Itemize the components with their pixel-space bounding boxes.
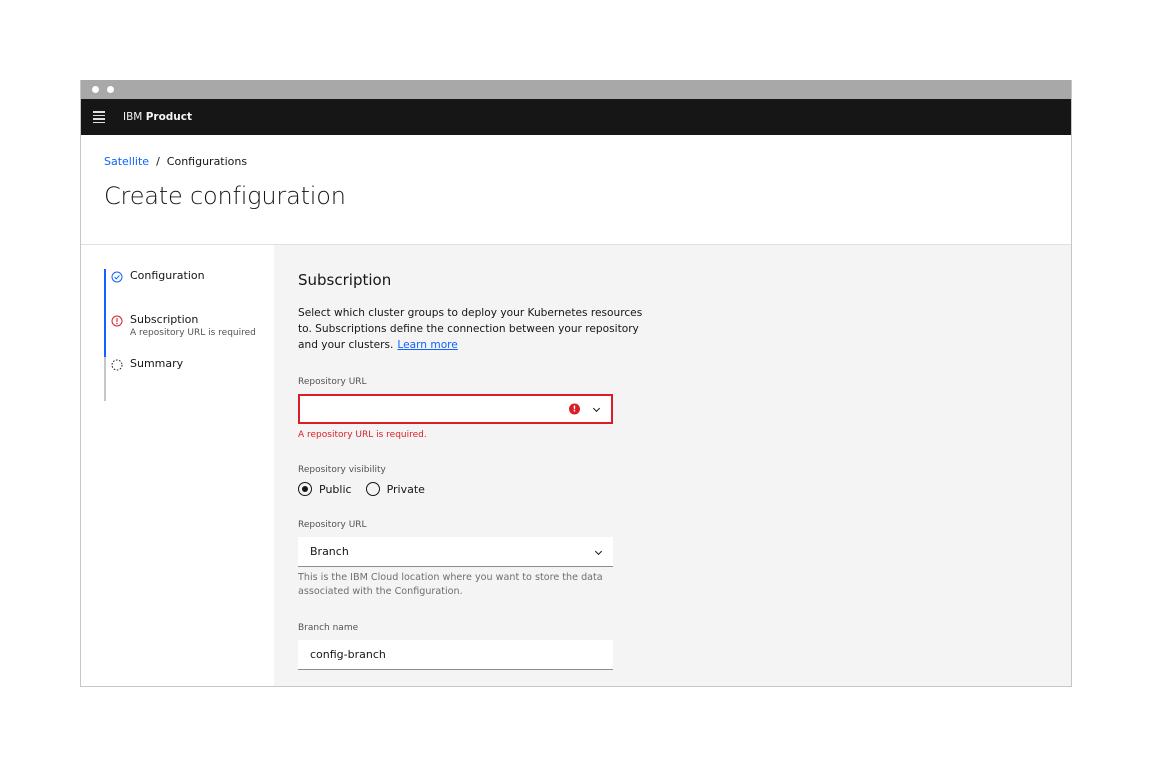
step-sublabel: A repository URL is required xyxy=(130,328,256,338)
step-configuration[interactable]: Configuration xyxy=(104,269,274,313)
app-header: IBM Product xyxy=(81,99,1071,135)
brand-name: Product xyxy=(145,111,193,123)
section-title: Subscription xyxy=(298,271,392,289)
window-titlebar xyxy=(81,80,1071,99)
checkmark-circle-icon xyxy=(111,271,123,283)
menu-icon[interactable] xyxy=(93,111,105,123)
page-header: Satellite / Configurations Create config… xyxy=(81,135,1071,245)
form-content: Subscription Select which cluster groups… xyxy=(274,245,1071,686)
window-dot xyxy=(107,86,114,93)
product-name[interactable]: IBM Product xyxy=(123,111,192,123)
radio-private[interactable]: Private xyxy=(365,482,425,496)
page-title: Create configuration xyxy=(104,182,346,210)
step-label: Configuration xyxy=(130,269,205,282)
learn-more-link[interactable]: Learn more xyxy=(397,339,457,351)
step-label: Summary xyxy=(130,357,184,370)
section-description: Select which cluster groups to deploy yo… xyxy=(298,305,658,353)
browser-window: IBM Product Satellite / Configurations C… xyxy=(80,80,1072,687)
dashed-circle-icon xyxy=(111,359,123,371)
window-dot xyxy=(92,86,99,93)
branch-name-field: Branch name config-branch xyxy=(298,623,1047,670)
chevron-down-icon xyxy=(592,404,601,413)
error-message: A repository URL is required. xyxy=(298,430,427,440)
repo-url-dropdown[interactable]: ! xyxy=(298,394,613,424)
repo-url-2-field: Repository URL Branch This is the IBM Cl… xyxy=(298,520,1047,599)
radio-selected-icon xyxy=(298,482,312,496)
warning-circle-icon xyxy=(111,315,123,327)
breadcrumb: Satellite / Configurations xyxy=(104,155,1048,168)
repo-url-field: Repository URL ! A repository URL is req… xyxy=(298,377,1047,440)
brand-prefix: IBM xyxy=(123,111,143,123)
radio-label: Private xyxy=(386,482,425,496)
dropdown-value: Branch xyxy=(310,545,349,558)
radio-public[interactable]: Public xyxy=(298,482,352,496)
step-label: Subscription xyxy=(130,313,199,326)
progress-indicator: Configuration Subscription A repository … xyxy=(81,245,274,686)
field-label: Branch name xyxy=(298,623,359,633)
breadcrumb-configurations[interactable]: Configurations xyxy=(167,155,247,168)
step-summary[interactable]: Summary xyxy=(104,357,274,401)
field-label: Repository URL xyxy=(298,377,367,387)
chevron-down-icon xyxy=(594,547,603,555)
breadcrumb-satellite[interactable]: Satellite xyxy=(104,155,149,168)
description-text: Select which cluster groups to deploy yo… xyxy=(298,307,643,351)
branch-name-input[interactable]: config-branch xyxy=(298,640,613,670)
error-icon: ! xyxy=(569,403,580,415)
step-subscription[interactable]: Subscription A repository URL is require… xyxy=(104,313,274,357)
visibility-field: Repository visibility Public Private xyxy=(298,465,1047,496)
branch-dropdown[interactable]: Branch xyxy=(298,537,613,567)
helper-text: This is the IBM Cloud location where you… xyxy=(298,572,603,597)
radio-label: Public xyxy=(319,482,352,496)
field-label: Repository URL xyxy=(298,520,367,530)
field-label: Repository visibility xyxy=(298,465,386,475)
breadcrumb-separator: / xyxy=(156,155,160,168)
radio-unselected-icon xyxy=(365,482,380,496)
